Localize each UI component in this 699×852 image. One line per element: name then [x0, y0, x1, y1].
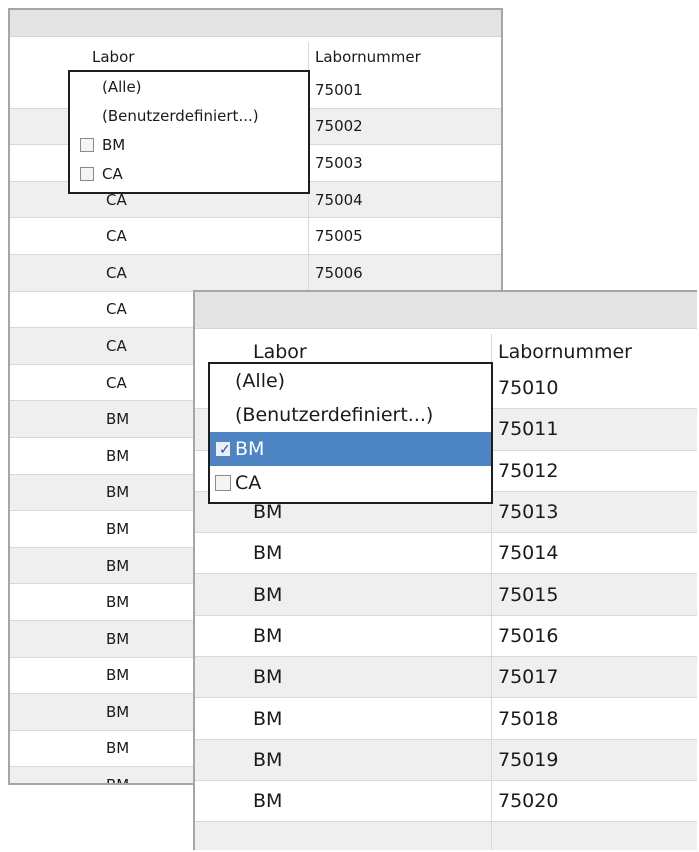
filter-option-bm[interactable]: BM	[70, 130, 308, 159]
cell-labornummer: 75019	[491, 739, 697, 780]
cell-labornummer: 75011	[491, 409, 697, 450]
cell-labor: BM	[106, 556, 130, 575]
filter-option-label: CA	[235, 472, 262, 494]
cell-labor: BM	[106, 483, 130, 502]
filter-option-label: (Benutzerdefiniert...)	[102, 106, 259, 125]
table-row[interactable]: BM 75016	[195, 615, 697, 658]
filter-option-ca[interactable]: CA	[70, 159, 308, 188]
cell-labornummer: 75015	[491, 574, 697, 615]
cell-labornummer: 75016	[491, 615, 697, 657]
table-row[interactable]: BM 75015	[195, 574, 697, 616]
table-row[interactable]: BM 75019	[195, 739, 697, 781]
column-header-row: Labor Labornummer	[10, 42, 501, 104]
cell-labor: CA	[106, 227, 127, 246]
cell-labor: BM	[106, 410, 130, 429]
cell-labor: BM	[106, 702, 130, 721]
table-row[interactable]: BM 75020	[195, 780, 697, 823]
cell-labor: CA	[106, 263, 127, 282]
labor-filter-dropdown: (Alle) (Benutzerdefiniert...) ✓ BM CA	[208, 362, 493, 504]
cell-labor: BM	[253, 583, 283, 606]
toolbar-strip	[195, 292, 697, 329]
checkbox-checked-icon[interactable]: ✓	[215, 441, 231, 458]
column-header-labornummer[interactable]: Labornummer	[491, 334, 697, 370]
filter-option-all[interactable]: (Alle)	[210, 364, 491, 398]
table-row[interactable]: CA 75005	[10, 218, 501, 255]
checkbox-icon[interactable]	[80, 166, 94, 181]
cell-labor: CA	[106, 373, 127, 392]
cell-labornummer: 75003	[308, 145, 501, 181]
cell-labor: BM	[106, 519, 130, 538]
filter-option-label: BM	[235, 438, 265, 460]
cell-labor: CA	[106, 336, 127, 355]
cell-labor: BM	[253, 790, 283, 813]
filter-option-custom[interactable]: (Benutzerdefiniert...)	[70, 101, 308, 130]
table-row[interactable]	[195, 822, 697, 850]
grid-window-filtered: Labor Labornummer 75010 75011 75012 BM 75…	[193, 290, 697, 850]
cell-labornummer: 75006	[308, 254, 501, 291]
cell-labor: BM	[253, 542, 283, 565]
table-row[interactable]: BM 75017	[195, 657, 697, 699]
cell-labor: BM	[106, 666, 130, 685]
cell-labor: BM	[106, 629, 130, 648]
cell-labornummer: 75004	[308, 181, 501, 218]
filter-option-ca[interactable]: CA	[210, 466, 491, 500]
cell-labor: BM	[253, 666, 283, 689]
toolbar-strip	[10, 10, 501, 37]
cell-labornummer: 75001	[308, 72, 501, 108]
table-row[interactable]: CA 75006	[10, 254, 501, 292]
table-row[interactable]: BM 75014	[195, 533, 697, 575]
cell-labor: CA	[106, 300, 127, 319]
cell-labor: BM	[253, 748, 283, 771]
cell-labornummer: 75010	[491, 368, 697, 409]
filter-option-all[interactable]: (Alle)	[70, 72, 308, 101]
cell-labornummer: 75018	[491, 698, 697, 739]
cell-labornummer: 75005	[308, 218, 501, 254]
table-row[interactable]: BM 75018	[195, 698, 697, 740]
filter-option-label: CA	[102, 164, 123, 183]
cell-labornummer	[491, 822, 697, 850]
cell-labornummer: 75012	[491, 450, 697, 491]
cell-labornummer: 75002	[308, 108, 501, 145]
labor-filter-dropdown: (Alle) (Benutzerdefiniert...) BM CA	[68, 70, 310, 194]
checkbox-icon[interactable]	[80, 137, 94, 152]
cell-labor: BM	[253, 707, 283, 730]
filter-option-label: (Alle)	[102, 77, 142, 96]
filter-option-label: (Alle)	[235, 370, 286, 392]
cell-labor: BM	[106, 446, 130, 465]
filter-option-label: (Benutzerdefiniert...)	[235, 404, 434, 426]
cell-labornummer: 75013	[491, 491, 697, 533]
cell-labor: BM	[106, 739, 130, 758]
cell-labornummer: 75020	[491, 780, 697, 822]
filter-option-custom[interactable]: (Benutzerdefiniert...)	[210, 398, 491, 432]
column-header-labor[interactable]: Labor	[92, 42, 134, 72]
filter-option-bm[interactable]: ✓ BM	[210, 432, 491, 466]
cell-labor: BM	[106, 593, 130, 612]
cell-labor: BM	[106, 767, 129, 783]
filter-option-label: BM	[102, 135, 126, 154]
cell-labornummer: 75017	[491, 657, 697, 698]
column-header-labornummer[interactable]: Labornummer	[308, 42, 501, 72]
cell-labornummer: 75014	[491, 533, 697, 574]
checkbox-icon[interactable]	[215, 475, 231, 491]
cell-labor: BM	[253, 624, 283, 647]
